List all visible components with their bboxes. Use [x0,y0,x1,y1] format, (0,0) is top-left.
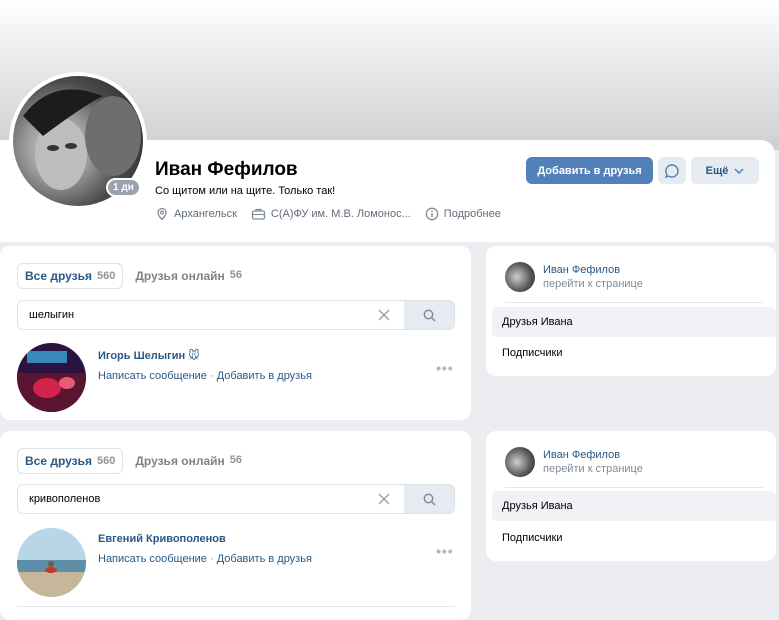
more-actions-icon[interactable]: ••• [436,543,454,559]
side-avatar [505,262,535,292]
profile-name: Иван Фефилов [155,159,298,180]
search-input[interactable]: шелыгин [18,301,364,329]
friend-actions: Написать сообщение · Добавить в друзья [98,553,312,565]
profile-status: Со щитом или на щите. Только так! [155,185,336,197]
divider [505,487,763,488]
friend-avatar[interactable] [17,343,86,412]
add-friend-button[interactable]: Добавить в друзья [526,157,653,184]
clear-icon [378,493,390,505]
friends-search: кривополенов [17,484,455,514]
side-item-subscribers[interactable]: Подписчики [502,532,563,544]
friends-panel: Все друзья 560 Друзья онлайн 56 шелыгин Иг… [0,246,471,420]
clear-search-button[interactable] [364,485,404,513]
briefcase-icon [251,208,266,220]
search-input[interactable]: кривополенов [18,485,364,513]
add-friend-link[interactable]: Добавить в друзья [217,370,312,382]
friends-panel: Все друзья 560 Друзья онлайн 56 кривополен… [0,431,471,620]
friend-actions: Написать сообщение · Добавить в друзья [98,370,312,382]
divider [17,606,455,607]
tab-all-friends[interactable]: Все друзья 560 [17,448,124,474]
add-friend-link[interactable]: Добавить в друзья [217,553,312,565]
city-item[interactable]: Архангельск [155,207,237,221]
chevron-down-icon [734,167,744,174]
side-menu: Иван Фефилов перейти к странице Друзья И… [486,246,776,376]
info-icon [425,207,439,221]
message-icon [664,163,679,178]
search-icon [423,309,436,322]
side-menu: Иван Фефилов перейти к странице Друзья И… [486,431,776,561]
side-avatar [505,447,535,477]
more-info-item[interactable]: Подробнее [425,207,501,221]
friends-tabs: Все друзья 560 Друзья онлайн 56 [17,448,242,474]
location-icon [157,207,167,221]
friend-name[interactable]: Игорь Шелыгин 🐭 [98,349,200,362]
tab-friends-online[interactable]: Друзья онлайн 56 [135,454,242,468]
more-button[interactable]: Ещё [691,157,759,184]
clear-icon [378,309,390,321]
friends-search: шелыгин [17,300,455,330]
side-item-subscribers[interactable]: Подписчики [502,347,563,359]
online-badge: 1 дн [106,178,141,197]
search-icon [423,493,436,506]
write-message-link[interactable]: Написать сообщение [98,553,207,565]
clear-search-button[interactable] [364,301,404,329]
write-message-link[interactable]: Написать сообщение [98,370,207,382]
more-actions-icon[interactable]: ••• [436,360,454,376]
tab-all-friends[interactable]: Все друзья 560 [17,263,124,289]
friend-avatar[interactable] [17,528,86,597]
side-item-friends[interactable]: Друзья Ивана [492,307,776,337]
search-button[interactable] [404,485,454,513]
university-item[interactable]: С(А)ФУ им. М.В. Ломонос... [251,207,411,221]
profile-info: Архангельск С(А)ФУ им. М.В. Ломонос... П… [155,207,501,221]
friend-name[interactable]: Евгений Кривополенов [98,533,226,545]
message-button[interactable] [658,157,686,184]
search-button[interactable] [404,301,454,329]
divider [505,302,763,303]
friends-tabs: Все друзья 560 Друзья онлайн 56 [17,263,242,289]
side-item-friends[interactable]: Друзья Ивана [492,491,776,521]
tab-friends-online[interactable]: Друзья онлайн 56 [135,269,242,283]
side-user[interactable]: Иван Фефилов перейти к странице [505,447,643,477]
side-user[interactable]: Иван Фефилов перейти к странице [505,262,643,292]
